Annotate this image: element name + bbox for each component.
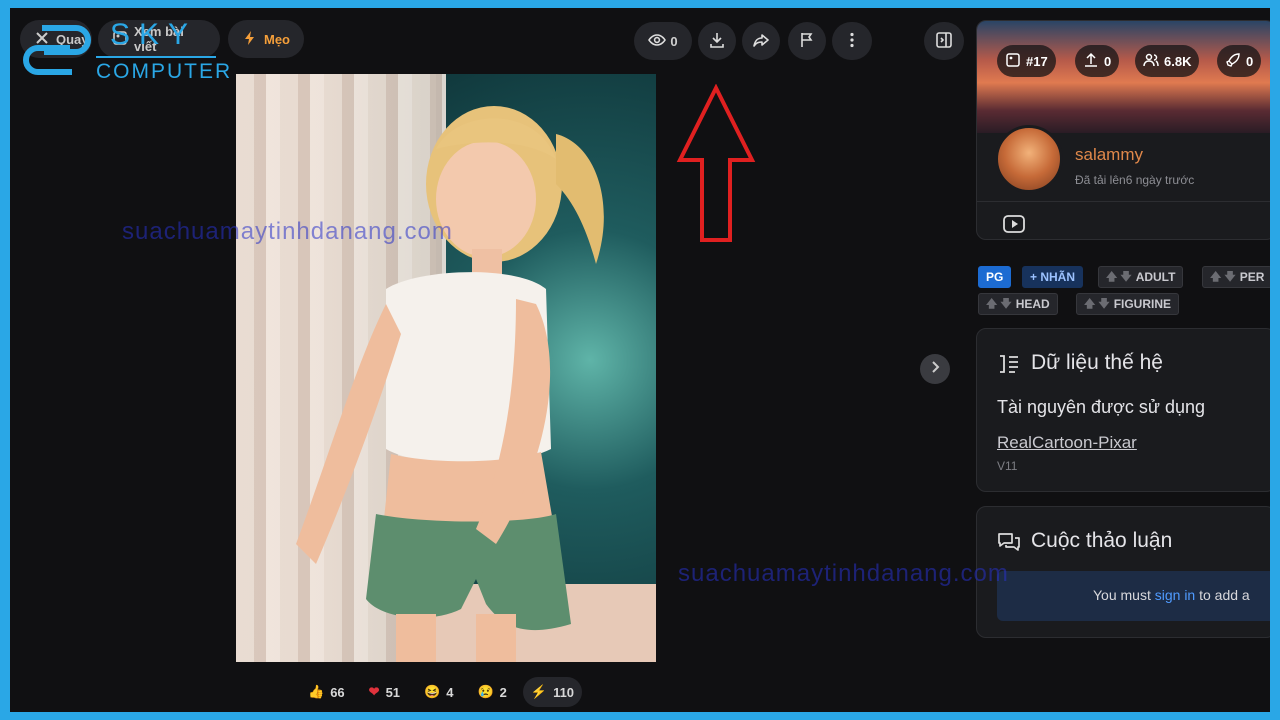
toggle-sidebar-button[interactable] xyxy=(924,22,964,60)
upload-time: Đã tải lên6 ngày trước xyxy=(1075,173,1195,187)
boosts-stat: 0 xyxy=(1217,45,1262,77)
image-icon xyxy=(1005,52,1021,71)
chat-icon xyxy=(998,533,1020,551)
cry-count: 2 xyxy=(499,684,507,700)
heart-icon: ❤ xyxy=(368,684,380,699)
boost-count: 110 xyxy=(553,684,575,700)
logo-divider xyxy=(96,56,216,58)
flag-icon xyxy=(798,31,816,52)
discussion-title: Cuộc thảo luận xyxy=(1031,529,1173,552)
download-icon xyxy=(708,31,726,52)
tips-label: Mẹo xyxy=(264,31,290,47)
heart-count: 51 xyxy=(385,684,401,700)
boost-reaction[interactable]: ⚡ 110 xyxy=(522,677,583,707)
more-vertical-icon xyxy=(843,31,861,52)
followers-value: 6.8K xyxy=(1164,53,1192,69)
views-button[interactable]: 0 xyxy=(634,22,692,60)
laugh-count: 4 xyxy=(446,684,454,700)
like-count: 66 xyxy=(330,684,345,700)
tag-adult[interactable]: 🡅 🡇 ADULT xyxy=(1098,266,1184,288)
creator-username[interactable]: salammy xyxy=(1075,145,1143,165)
generated-image[interactable] xyxy=(236,74,656,662)
creator-avatar[interactable] xyxy=(995,125,1063,193)
resources-used-label: Tài nguyên được sử dụng xyxy=(997,397,1206,417)
vote-arrows-icon[interactable]: 🡅 🡇 xyxy=(1210,268,1236,287)
followers-stat: 6.8K xyxy=(1135,45,1200,77)
tag-person[interactable]: 🡅 🡇 PER xyxy=(1202,266,1270,288)
tag-label: PER xyxy=(1239,270,1265,284)
tips-button[interactable]: Mẹo xyxy=(228,20,304,58)
rank-badge: #17 xyxy=(997,45,1056,77)
creator-card: #17 0 6.8K 0 salammy Đã tải lên6 ngày tr… xyxy=(976,20,1270,240)
list-details-icon xyxy=(1000,355,1018,373)
boosts-value: 0 xyxy=(1246,53,1254,69)
sky-computer-logo: SKY COMPUTER xyxy=(22,16,230,88)
laugh-icon: 😆 xyxy=(424,684,441,699)
vote-arrows-icon[interactable]: 🡅 🡇 xyxy=(1106,268,1132,287)
signin-suffix: to add a xyxy=(1199,587,1250,603)
rank-value: #17 xyxy=(1026,53,1048,69)
generation-data-title: Dữ liệu thế hệ xyxy=(1031,351,1163,374)
rating-tag[interactable]: PG xyxy=(978,266,1012,288)
share-icon xyxy=(752,31,770,52)
sidebar-icon xyxy=(935,31,953,52)
reactions-bar: 👍 66 ❤ 51 😆 4 😢 2 ⚡ 110 xyxy=(300,676,583,708)
download-button[interactable] xyxy=(698,22,736,60)
video-icon[interactable] xyxy=(1003,215,1025,233)
more-options-button[interactable] xyxy=(832,22,872,60)
vote-arrows-icon[interactable]: 🡅 🡇 xyxy=(1084,295,1110,314)
thumbs-up-icon: 👍 xyxy=(308,684,325,699)
bolt-icon xyxy=(242,30,258,49)
tag-label: ADULT xyxy=(1135,270,1176,284)
eye-icon xyxy=(648,31,667,52)
chevron-right-icon xyxy=(928,360,942,379)
figure-illustration xyxy=(296,106,604,662)
tag-head[interactable]: 🡅 🡇 HEAD xyxy=(978,293,1058,315)
resource-version: V11 xyxy=(997,459,1018,473)
vote-arrows-icon[interactable]: 🡅 🡇 xyxy=(986,295,1012,314)
users-icon xyxy=(1143,52,1159,71)
signin-prefix: You must xyxy=(1093,587,1151,603)
cry-icon: 😢 xyxy=(477,684,494,699)
cry-reaction[interactable]: 😢 2 xyxy=(469,677,514,707)
add-tag-button[interactable]: + NHÃN xyxy=(1022,266,1084,288)
app-frame: Quay Xem bài viết Mẹo SKY COMPUTER 0 👍 6… xyxy=(10,8,1270,712)
views-count: 0 xyxy=(670,33,678,49)
rocket-icon xyxy=(1225,52,1241,71)
tag-label: HEAD xyxy=(1015,297,1050,311)
discussion-panel: Cuộc thảo luận You must sign in to add a xyxy=(976,506,1270,638)
red-arrow-annotation xyxy=(676,84,756,242)
card-divider xyxy=(977,201,1270,202)
share-button[interactable] xyxy=(742,22,780,60)
tag-label: FIGURINE xyxy=(1113,297,1172,311)
logo-line2: COMPUTER xyxy=(96,60,233,83)
logo-mark-icon xyxy=(23,25,91,75)
uploads-value: 0 xyxy=(1104,53,1112,69)
tag-figurine[interactable]: 🡅 🡇 FIGURINE xyxy=(1076,293,1180,315)
report-button[interactable] xyxy=(788,22,826,60)
watermark-text: suachuamaytinhdanang.com xyxy=(678,560,1009,587)
bolt-icon: ⚡ xyxy=(530,684,548,699)
logo-line1: SKY xyxy=(110,18,198,51)
upload-icon xyxy=(1083,52,1099,71)
sign-in-link[interactable]: sign in xyxy=(1155,587,1195,603)
uploads-stat: 0 xyxy=(1075,45,1120,77)
laugh-reaction[interactable]: 😆 4 xyxy=(416,677,461,707)
signin-message: You must sign in to add a xyxy=(1093,587,1250,603)
like-reaction[interactable]: 👍 66 xyxy=(300,677,353,707)
creator-cover-image xyxy=(977,21,1270,133)
resource-link[interactable]: RealCartoon-Pixar xyxy=(997,433,1137,453)
next-image-button[interactable] xyxy=(920,354,950,384)
signin-notice: You must sign in to add a xyxy=(997,571,1270,621)
heart-reaction[interactable]: ❤ 51 xyxy=(361,677,408,707)
generation-data-panel: Dữ liệu thế hệ Tài nguyên được sử dụng R… xyxy=(976,328,1270,492)
